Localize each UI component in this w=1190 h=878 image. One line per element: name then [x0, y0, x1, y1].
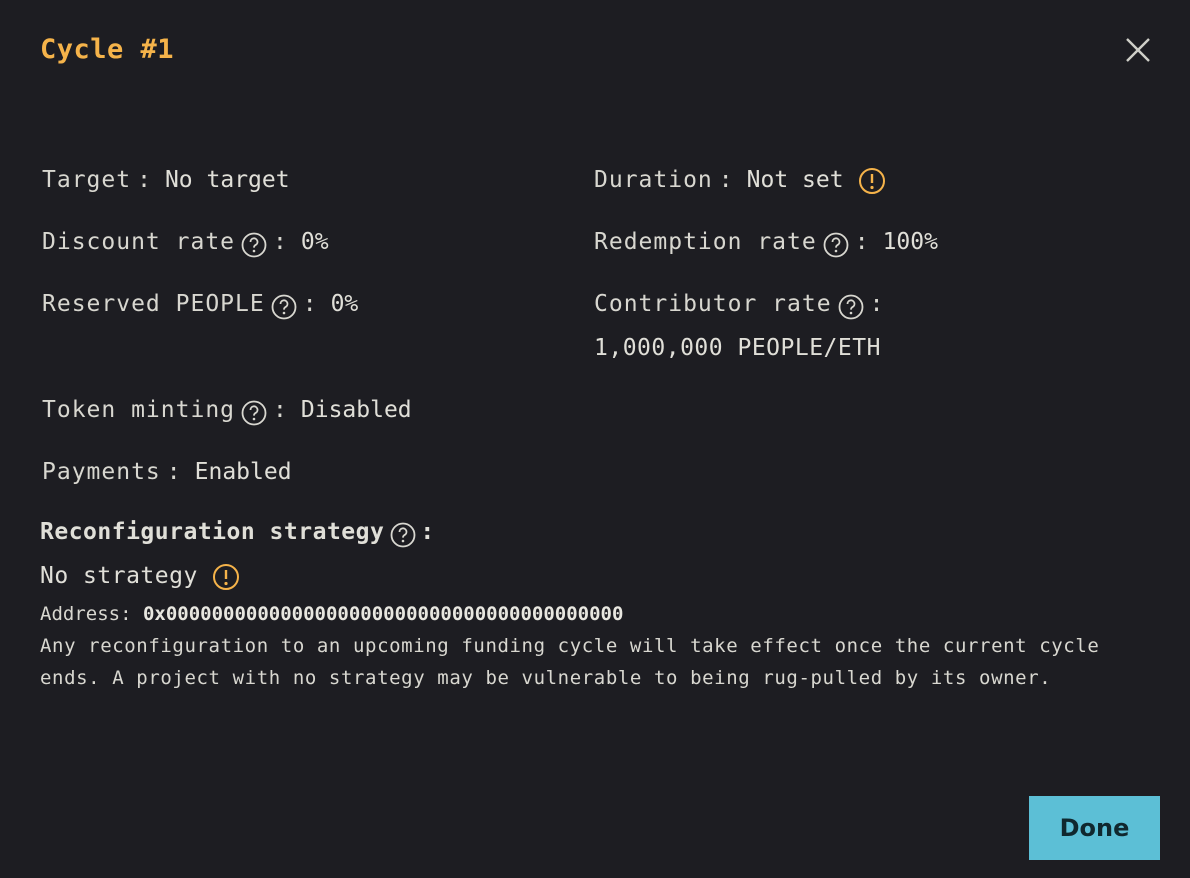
field-target: Target: No target	[42, 158, 290, 202]
contributor-rate-value: 1,000,000 PEOPLE/ETH	[594, 335, 881, 361]
duration-label: Duration	[594, 167, 713, 193]
help-icon[interactable]	[838, 291, 864, 320]
strategy-heading-label: Reconfiguration strategy	[40, 519, 385, 545]
contributor-rate-label: Contributor rate	[594, 291, 832, 317]
reserved-label: Reserved PEOPLE	[42, 291, 265, 317]
field-payments: Payments: Enabled	[42, 450, 292, 494]
field-reserved: Reserved PEOPLE : 0%	[42, 282, 358, 326]
help-icon[interactable]	[271, 291, 297, 320]
token-minting-label: Token minting	[42, 397, 236, 423]
warning-icon[interactable]	[212, 562, 240, 590]
help-icon[interactable]	[390, 519, 416, 548]
cycle-modal: Cycle #1 Target: No target Duration: Not…	[0, 0, 1190, 878]
field-redemption-rate: Redemption rate : 100%	[594, 220, 938, 264]
reserved-value: 0%	[330, 291, 359, 317]
duration-value: Not set	[746, 167, 844, 193]
help-icon[interactable]	[241, 397, 267, 426]
strategy-name-value: No strategy	[40, 563, 198, 589]
field-token-minting: Token minting : Disabled	[42, 388, 412, 432]
help-icon[interactable]	[241, 229, 267, 258]
target-label: Target	[42, 167, 132, 193]
strategy-address: Address: 0x00000000000000000000000000000…	[40, 598, 623, 630]
done-button[interactable]: Done	[1029, 796, 1160, 860]
redemption-rate-value: 100%	[882, 229, 938, 255]
token-minting-value: Disabled	[300, 397, 412, 423]
help-icon[interactable]	[823, 229, 849, 258]
discount-rate-label: Discount rate	[42, 229, 236, 255]
strategy-heading: Reconfiguration strategy :	[40, 510, 435, 554]
field-contributor-rate: Contributor rate :	[594, 282, 897, 326]
payments-value: Enabled	[194, 459, 292, 485]
strategy-name: No strategy	[40, 554, 240, 598]
strategy-note: Any reconfiguration to an upcoming fundi…	[40, 635, 1100, 689]
modal-title: Cycle #1	[40, 34, 175, 65]
discount-rate-value: 0%	[300, 229, 329, 255]
target-value: No target	[164, 167, 290, 193]
field-duration: Duration: Not set	[594, 158, 886, 202]
redemption-rate-label: Redemption rate	[594, 229, 817, 255]
address-value: 0x00000000000000000000000000000000000000…	[142, 603, 624, 625]
address-label: Address:	[40, 603, 132, 625]
warning-icon[interactable]	[858, 166, 886, 194]
payments-label: Payments	[42, 459, 161, 485]
field-discount-rate: Discount rate : 0%	[42, 220, 329, 264]
close-icon[interactable]	[1120, 32, 1156, 68]
